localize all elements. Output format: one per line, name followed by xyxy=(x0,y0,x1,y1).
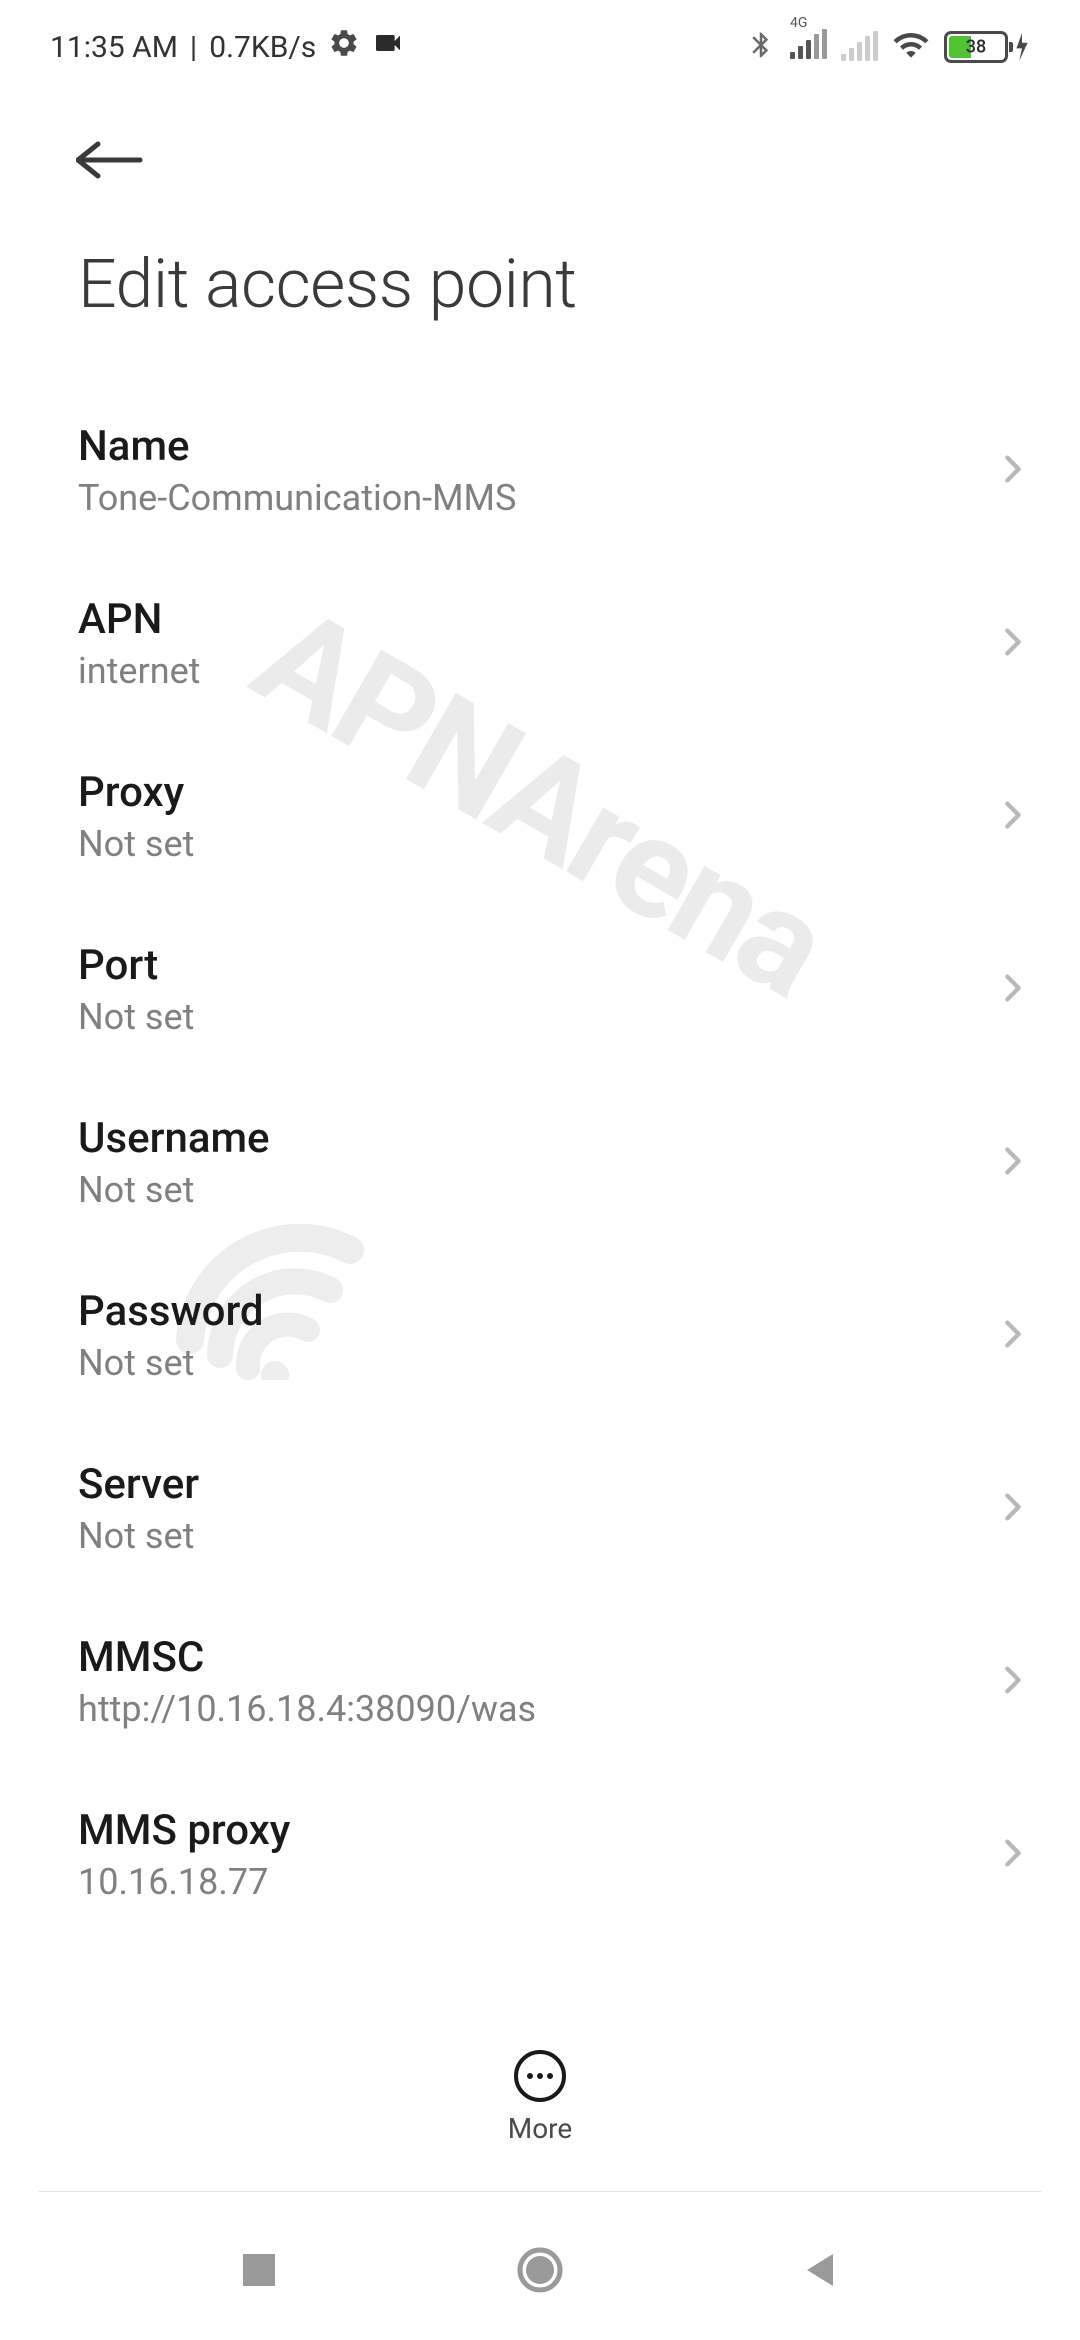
back-arrow-icon xyxy=(76,140,144,180)
setting-row-username[interactable]: Username Not set xyxy=(78,1076,1080,1249)
setting-label: MMSC xyxy=(78,1633,536,1682)
status-separator: | xyxy=(190,30,197,65)
setting-label: Name xyxy=(78,422,516,471)
setting-label: Proxy xyxy=(78,768,194,817)
setting-value: Not set xyxy=(78,1169,270,1211)
setting-value: Not set xyxy=(78,1342,264,1384)
setting-value: Tone-Communication-MMS xyxy=(78,477,516,519)
battery-percent: 38 xyxy=(966,37,986,58)
setting-row-name[interactable]: Name Tone-Communication-MMS xyxy=(78,384,1080,557)
settings-list: Name Tone-Communication-MMS APN internet… xyxy=(0,384,1080,1941)
setting-row-mms-proxy[interactable]: MMS proxy 10.16.18.77 xyxy=(78,1768,1080,1941)
status-time: 11:35 AM xyxy=(50,30,178,65)
chevron-right-icon xyxy=(996,798,1030,836)
camera-icon xyxy=(372,27,404,67)
setting-value: Not set xyxy=(78,1515,199,1557)
setting-label: Username xyxy=(78,1114,270,1163)
setting-label: Port xyxy=(78,941,194,990)
status-bar-right: 4G 38 xyxy=(746,26,1030,68)
wifi-icon xyxy=(892,26,930,68)
navigation-bar xyxy=(0,2200,1080,2340)
setting-row-server[interactable]: Server Not set xyxy=(78,1422,1080,1595)
setting-row-proxy[interactable]: Proxy Not set xyxy=(78,730,1080,903)
chevron-right-icon xyxy=(996,1490,1030,1528)
more-button[interactable]: More xyxy=(0,2030,1080,2165)
status-bar-left: 11:35 AM | 0.7KB/s xyxy=(50,27,404,67)
setting-value: Not set xyxy=(78,996,194,1038)
chevron-right-icon xyxy=(996,1836,1030,1874)
nav-home-button[interactable] xyxy=(516,2246,564,2294)
status-bar: 11:35 AM | 0.7KB/s 4G xyxy=(0,0,1080,90)
chevron-right-icon xyxy=(996,1317,1030,1355)
chevron-right-icon xyxy=(996,1663,1030,1701)
setting-label: APN xyxy=(78,595,200,644)
setting-label: MMS proxy xyxy=(78,1806,290,1855)
setting-row-password[interactable]: Password Not set xyxy=(78,1249,1080,1422)
setting-value: internet xyxy=(78,650,200,692)
more-icon xyxy=(514,2050,566,2102)
battery-indicator: 38 xyxy=(944,31,1030,63)
bluetooth-icon xyxy=(746,30,776,64)
network-type-label: 4G xyxy=(790,15,807,31)
setting-row-port[interactable]: Port Not set xyxy=(78,903,1080,1076)
page-title: Edit access point xyxy=(0,224,1080,384)
status-data-rate: 0.7KB/s xyxy=(209,30,316,65)
charging-icon xyxy=(1014,33,1030,61)
triangle-icon xyxy=(801,2250,841,2290)
back-button[interactable] xyxy=(0,90,1080,224)
more-label: More xyxy=(508,2112,573,2145)
setting-row-mmsc[interactable]: MMSC http://10.16.18.4:38090/was xyxy=(78,1595,1080,1768)
setting-value: http://10.16.18.4:38090/was xyxy=(78,1688,536,1730)
chevron-right-icon xyxy=(996,452,1030,490)
bottom-divider xyxy=(38,2191,1042,2192)
chevron-right-icon xyxy=(996,1144,1030,1182)
setting-label: Server xyxy=(78,1460,199,1509)
signal-bars-1-icon xyxy=(790,31,827,59)
setting-value: 10.16.18.77 xyxy=(78,1861,290,1903)
circle-icon xyxy=(516,2246,564,2294)
signal-bars-2-icon xyxy=(841,33,878,61)
chevron-right-icon xyxy=(996,971,1030,1009)
gear-icon xyxy=(328,27,360,67)
square-icon xyxy=(239,2250,279,2290)
chevron-right-icon xyxy=(996,625,1030,663)
nav-back-button[interactable] xyxy=(801,2250,841,2290)
setting-label: Password xyxy=(78,1287,264,1336)
setting-row-apn[interactable]: APN internet xyxy=(78,557,1080,730)
setting-value: Not set xyxy=(78,823,194,865)
nav-recent-button[interactable] xyxy=(239,2250,279,2290)
